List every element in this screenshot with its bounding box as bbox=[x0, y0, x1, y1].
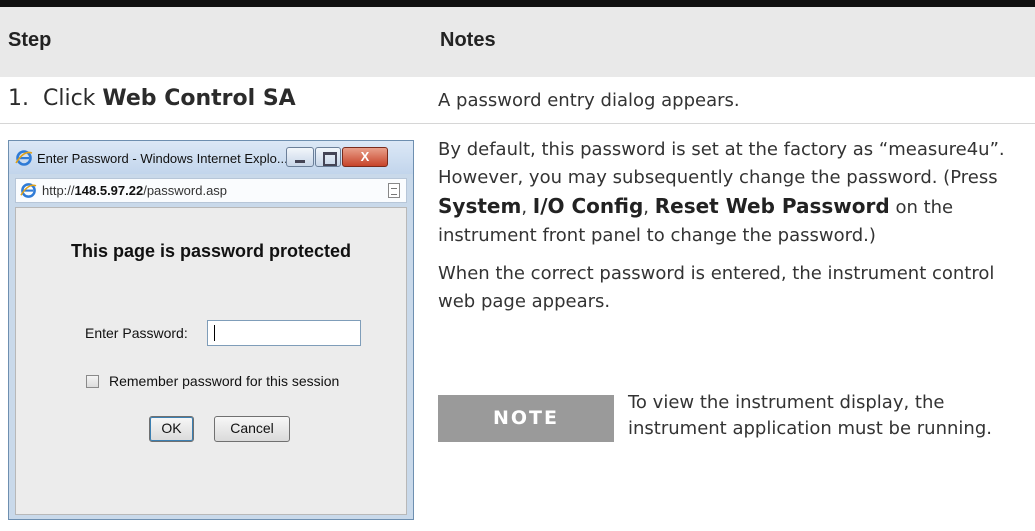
step-1-bold: Web Control SA bbox=[102, 86, 296, 111]
dialog-titlebar[interactable]: Enter Password - Windows Internet Explo.… bbox=[9, 141, 413, 174]
url-path: /password.asp bbox=[143, 183, 228, 198]
note-text: To view the instrument display, the inst… bbox=[628, 392, 992, 439]
dialog-title: Enter Password - Windows Internet Explo.… bbox=[37, 151, 288, 166]
ie-icon bbox=[15, 150, 33, 166]
key-reset-web-password: Reset Web Password bbox=[654, 194, 890, 218]
notes-text: By default, this password is set at the … bbox=[438, 139, 1005, 188]
maximize-button[interactable] bbox=[315, 147, 341, 167]
header-notes: Notes bbox=[440, 29, 496, 51]
step-1-note: A password entry dialog appears. bbox=[438, 90, 740, 111]
page-icon bbox=[388, 183, 400, 198]
minimize-button[interactable] bbox=[286, 147, 314, 167]
notes-sep: , bbox=[521, 197, 533, 218]
top-rule bbox=[0, 0, 1035, 7]
notes-sep: , bbox=[643, 197, 655, 218]
close-button[interactable]: X bbox=[342, 147, 388, 167]
ok-button[interactable]: OK bbox=[149, 416, 194, 442]
password-label: Enter Password: bbox=[85, 325, 188, 341]
remember-label[interactable]: Remember password for this session bbox=[109, 373, 339, 389]
password-dialog: Enter Password - Windows Internet Explo.… bbox=[8, 140, 414, 520]
notes-paragraph-1: By default, this password is set at the … bbox=[438, 136, 1028, 250]
notes-paragraph-2: When the correct password is entered, th… bbox=[438, 263, 995, 312]
table-header: Step Notes bbox=[0, 7, 1035, 77]
address-url: http://148.5.97.22/password.asp bbox=[42, 183, 227, 198]
note-badge: NOTE bbox=[438, 395, 614, 442]
notes-column: By default, this password is set at the … bbox=[438, 136, 1028, 326]
address-bar[interactable]: http://148.5.97.22/password.asp bbox=[15, 178, 407, 203]
url-prefix: http:// bbox=[42, 183, 75, 198]
ie-icon bbox=[20, 183, 37, 198]
dialog-heading: This page is password protected bbox=[70, 241, 352, 261]
text-caret bbox=[214, 325, 215, 341]
key-io-config: I/O Config bbox=[532, 194, 644, 218]
header-step: Step bbox=[8, 29, 52, 51]
cancel-button[interactable]: Cancel bbox=[214, 416, 290, 442]
table-row: 1. Click Web Control SA A password entry… bbox=[0, 77, 1035, 124]
url-host: 148.5.97.22 bbox=[74, 183, 144, 198]
password-input[interactable] bbox=[207, 320, 361, 346]
remember-checkbox[interactable] bbox=[86, 375, 99, 388]
step-1: 1. Click Web Control SA bbox=[8, 86, 296, 111]
step-1-prefix: 1. Click bbox=[8, 86, 103, 111]
key-system: System bbox=[438, 194, 522, 218]
dialog-body: This page is password protected Enter Pa… bbox=[15, 207, 407, 515]
